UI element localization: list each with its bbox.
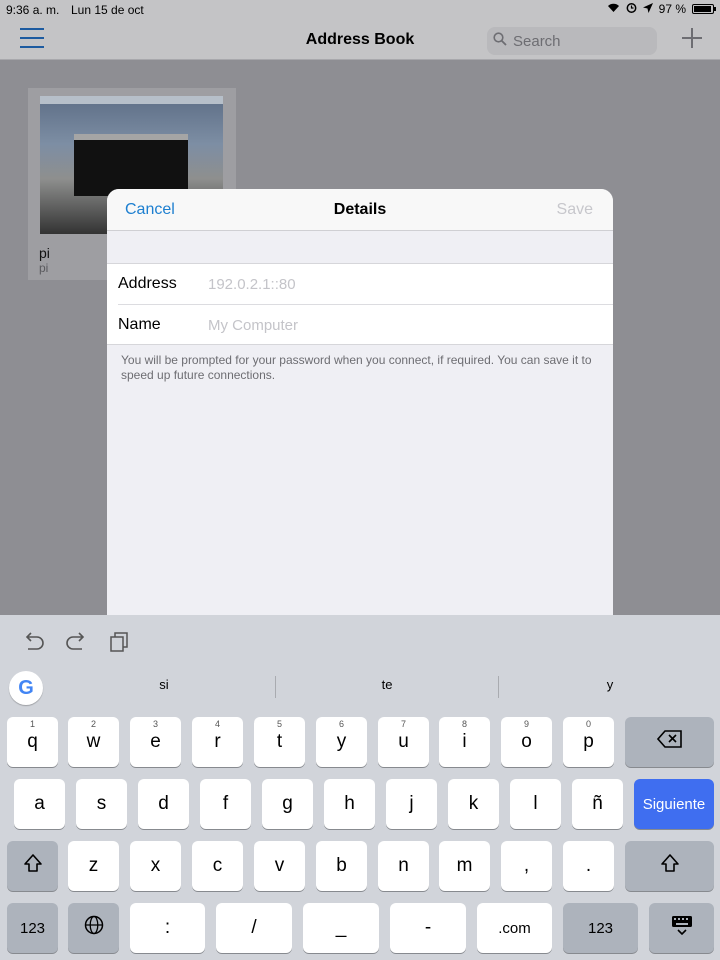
- name-row: Name: [107, 305, 613, 346]
- dialog-header: Cancel Details Save: [107, 189, 613, 231]
- key-dash[interactable]: -: [390, 903, 466, 953]
- shift-icon: [660, 853, 680, 879]
- suggestion-bar: G si te y: [0, 671, 720, 709]
- computer-name: pi: [39, 245, 50, 261]
- key-s[interactable]: s: [76, 779, 127, 829]
- next-key[interactable]: Siguiente: [634, 779, 714, 829]
- key-m[interactable]: m: [439, 841, 490, 891]
- key-k[interactable]: k: [448, 779, 499, 829]
- battery-icon: [692, 4, 716, 14]
- key-comma[interactable]: ,: [501, 841, 552, 891]
- name-label: Name: [118, 316, 161, 333]
- key-l[interactable]: l: [510, 779, 561, 829]
- numbers-key-left[interactable]: 123: [7, 903, 58, 953]
- battery-percent: 97 %: [658, 2, 686, 16]
- hide-keyboard-key[interactable]: [649, 903, 714, 953]
- key-p[interactable]: 0p: [563, 717, 614, 767]
- key-j[interactable]: j: [386, 779, 437, 829]
- key-dotcom[interactable]: .com: [477, 903, 552, 953]
- key-f[interactable]: f: [200, 779, 251, 829]
- key-i[interactable]: 8i: [439, 717, 490, 767]
- status-date: Lun 15 de oct: [71, 3, 144, 17]
- battery-fill: [694, 6, 712, 12]
- globe-icon: [84, 915, 104, 941]
- shift-key-left[interactable]: [7, 841, 58, 891]
- alarm-icon: [626, 2, 637, 16]
- key-b[interactable]: b: [316, 841, 367, 891]
- globe-key[interactable]: [68, 903, 119, 953]
- status-icons: 97 %: [607, 2, 716, 16]
- key-c[interactable]: c: [192, 841, 243, 891]
- key-h[interactable]: h: [324, 779, 375, 829]
- redo-icon[interactable]: [64, 631, 88, 653]
- key-w[interactable]: 2w: [68, 717, 119, 767]
- key-v[interactable]: v: [254, 841, 305, 891]
- on-screen-keyboard: G si te y 1q 2w 3e 4r 5t 6y 7u 8i 9o 0p …: [0, 615, 720, 960]
- password-note: You will be prompted for your password w…: [121, 353, 592, 382]
- search-icon: [493, 32, 507, 50]
- key-d[interactable]: d: [138, 779, 189, 829]
- backspace-icon: [656, 730, 683, 754]
- key-slash[interactable]: /: [216, 903, 292, 953]
- save-button[interactable]: Save: [557, 201, 593, 219]
- key-r[interactable]: 4r: [192, 717, 243, 767]
- backspace-key[interactable]: [625, 717, 714, 767]
- address-field[interactable]: [208, 269, 598, 299]
- search-bar[interactable]: [487, 27, 657, 55]
- suggestion-3[interactable]: y: [499, 677, 720, 692]
- status-bar: 9:36 a. m. Lun 15 de oct 97 %: [0, 0, 720, 20]
- paste-icon[interactable]: [108, 631, 132, 653]
- details-form: Address Name: [107, 263, 613, 345]
- location-arrow-icon: [642, 2, 653, 16]
- suggestion-1[interactable]: si: [53, 677, 275, 692]
- search-input[interactable]: [513, 32, 633, 50]
- key-q[interactable]: 1q: [7, 717, 58, 767]
- details-dialog: Cancel Details Save Address Name You wil…: [107, 189, 613, 615]
- name-field[interactable]: [208, 310, 598, 340]
- key-g[interactable]: g: [262, 779, 313, 829]
- google-icon[interactable]: G: [9, 671, 43, 705]
- key-y[interactable]: 6y: [316, 717, 367, 767]
- add-computer-button[interactable]: [682, 28, 702, 48]
- nav-bar: Address Book: [0, 20, 720, 60]
- numbers-key-right[interactable]: 123: [563, 903, 638, 953]
- undo-icon[interactable]: [22, 631, 46, 653]
- key-o[interactable]: 9o: [501, 717, 552, 767]
- key-z[interactable]: z: [68, 841, 119, 891]
- keyboard-dismiss-icon: [671, 915, 693, 941]
- key-x[interactable]: x: [130, 841, 181, 891]
- key-t[interactable]: 5t: [254, 717, 305, 767]
- suggestion-2[interactable]: te: [276, 677, 498, 692]
- key-colon[interactable]: :: [130, 903, 205, 953]
- key-period[interactable]: .: [563, 841, 614, 891]
- status-time: 9:36 a. m.: [6, 3, 60, 17]
- key-n-tilde[interactable]: ñ: [572, 779, 623, 829]
- key-underscore[interactable]: _: [303, 903, 379, 953]
- shift-key-right[interactable]: [625, 841, 714, 891]
- key-e[interactable]: 3e: [130, 717, 181, 767]
- wifi-icon: [607, 2, 620, 16]
- key-u[interactable]: 7u: [378, 717, 429, 767]
- shift-icon: [23, 853, 43, 879]
- address-row: Address: [107, 264, 613, 305]
- address-label: Address: [118, 275, 177, 292]
- dialog-title: Details: [333, 201, 387, 218]
- key-a[interactable]: a: [14, 779, 65, 829]
- computer-subtitle: pi: [39, 261, 49, 275]
- key-n[interactable]: n: [378, 841, 429, 891]
